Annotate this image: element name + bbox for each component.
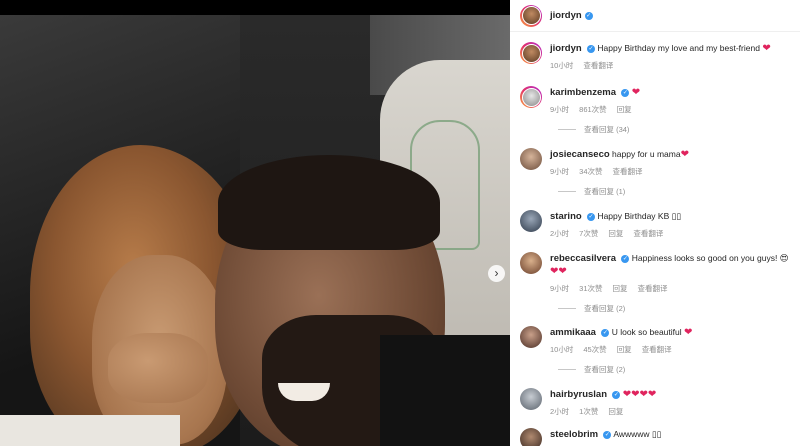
comment-item: steelobrim ✓ Awwwww ▯▯ [520,428,795,446]
translate-button[interactable]: 查看翻译 [633,228,663,240]
post-photo [0,15,510,446]
translate-button[interactable]: 查看翻译 [642,344,672,356]
view-replies-button[interactable]: 查看回复 (1) [558,186,795,197]
reply-button[interactable]: 回复 [608,406,623,418]
chevron-right-icon[interactable]: › [488,265,505,282]
view-replies-label: 查看回复 (2) [584,365,626,374]
reply-button[interactable]: 回复 [608,228,623,240]
heart-emoji: ❤ [631,87,641,98]
view-replies-button[interactable]: 查看回复 (2) [558,364,795,375]
comment-time: 2小时 [550,407,570,416]
likes-count[interactable]: 34次赞 [579,166,602,178]
comment-text: Happiness looks so good on you guys! [631,253,778,263]
comment-username[interactable]: hairbyruslan [550,389,607,400]
likes-count[interactable]: 861次赞 [579,104,607,116]
comment-time: 9小时 [550,105,570,114]
reply-button[interactable]: 回复 [613,283,628,295]
verified-badge-icon: ✓ [584,11,593,20]
comment-time: 10小时 [550,61,574,70]
likes-count[interactable]: 45次赞 [583,344,606,356]
heart-eyes-emoji: 😍 [779,253,789,263]
reply-button[interactable]: 回复 [617,344,632,356]
verified-badge-icon: ✓ [587,212,596,221]
comment-item: karimbenzema ✓ ❤ 9小时 861次赞 回复 查看回复 (34) [520,86,795,135]
avatar[interactable] [520,428,542,446]
verified-badge-icon: ✓ [601,328,610,337]
avatar[interactable] [520,210,542,232]
comment-time: 2小时 [550,229,570,238]
comment-item: hairbyruslan ✓ ❤❤❤❤ 2小时 1次赞 回复 [520,388,795,418]
likes-count[interactable]: 31次赞 [579,283,602,295]
likes-count[interactable]: 7次赞 [579,228,598,240]
translate-button[interactable]: 查看翻译 [583,60,613,72]
comment-text: happy for u mama [612,149,681,159]
heart-emoji: ❤❤ [550,266,567,277]
avatar[interactable] [520,42,542,64]
comment-username[interactable]: ammikaaa [550,327,596,338]
translate-button[interactable]: 查看翻译 [638,283,668,295]
comment-username[interactable]: josiecanseco [550,149,610,160]
comment-item: rebeccasilvera ✓ Happiness looks so good… [520,252,795,314]
avatar[interactable] [520,86,542,108]
reply-button[interactable]: 回复 [617,104,632,116]
caption-username[interactable]: jiordyn [550,43,582,54]
avatar[interactable] [520,148,542,170]
post-header: jiordyn ✓ [510,0,800,32]
caption: jiordyn ✓ Happy Birthday my love and my … [520,42,795,72]
view-replies-button[interactable]: 查看回复 (34) [558,124,795,135]
caption-text: Happy Birthday my love and my best-frien… [597,43,760,53]
comment-username[interactable]: starino [550,211,582,222]
author-avatar[interactable] [520,4,542,27]
comment-username[interactable]: karimbenzema [550,87,616,98]
comment-time: 9小时 [550,284,570,293]
verified-badge-icon: ✓ [621,254,630,263]
verified-badge-icon: ✓ [587,44,596,53]
avatar[interactable] [520,326,542,348]
comment-text: U look so beautiful [611,327,682,337]
heart-emoji: ❤ [762,43,771,54]
post-media: › [0,0,510,446]
author-username[interactable]: jiordyn [550,10,582,21]
comments-panel: jiordyn ✓ jiordyn ✓ Happy Birthday my lo… [510,0,800,446]
comment-item: josiecanseco happy for u mama❤ 9小时 34次赞 … [520,148,795,197]
view-replies-button[interactable]: 查看回复 (2) [558,303,795,314]
comment-username[interactable]: steelobrim [550,429,598,440]
heart-emoji: ❤ [680,149,689,160]
comment-username[interactable]: rebeccasilvera [550,253,616,264]
view-replies-label: 查看回复 (1) [584,187,626,196]
translate-button[interactable]: 查看翻译 [613,166,643,178]
view-replies-label: 查看回复 (2) [584,304,626,313]
verified-badge-icon: ✓ [612,390,621,399]
avatar[interactable] [520,252,542,274]
avatar[interactable] [520,388,542,410]
comment-item: ammikaaa ✓ U look so beautiful ❤ 10小时 45… [520,326,795,375]
verified-badge-icon: ✓ [621,88,630,97]
heart-emoji: ❤❤❤❤ [622,389,657,400]
emoji-glyphs: ▯▯ [671,211,681,221]
likes-count[interactable]: 1次赞 [579,406,598,418]
comment-text: Awwwww [613,429,650,439]
comment-item: starino ✓ Happy Birthday KB ▯▯ 2小时 7次赞 回… [520,210,795,240]
comment-time: 10小时 [550,345,574,354]
verified-badge-icon: ✓ [603,430,612,439]
comment-text: Happy Birthday KB [597,211,670,221]
emoji-glyphs: ▯▯ [651,429,662,439]
view-replies-label: 查看回复 (34) [584,125,630,134]
comment-time: 9小时 [550,167,570,176]
heart-emoji: ❤ [684,327,693,338]
